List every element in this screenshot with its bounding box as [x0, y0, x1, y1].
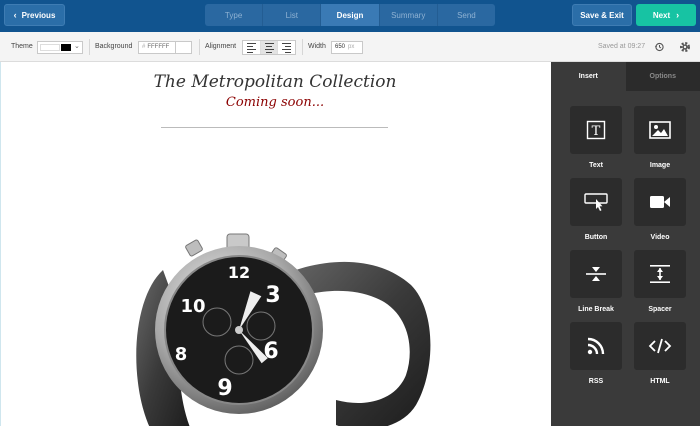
blocks-sidebar: Insert Options T Text Image Button Video…	[551, 62, 700, 426]
align-right-button[interactable]	[278, 41, 295, 54]
step-design[interactable]: Design	[321, 4, 380, 26]
width-input[interactable]: 650 px	[331, 41, 363, 54]
block-line-break[interactable]: Line Break	[570, 250, 622, 313]
design-toolbar: Theme ⌄ Background # FFFFFF Alignment Wid…	[0, 32, 700, 62]
alignment-label: Alignment	[205, 43, 237, 50]
email-subtitle[interactable]: Coming soon...	[1, 95, 549, 110]
image-icon	[649, 121, 671, 139]
theme-picker[interactable]: ⌄	[37, 41, 83, 54]
chevron-left-icon: ‹	[13, 10, 17, 20]
save-exit-button[interactable]: Save & Exit	[572, 4, 632, 26]
svg-text:9: 9	[217, 376, 232, 401]
tab-options[interactable]: Options	[625, 62, 700, 91]
block-rss[interactable]: RSS	[570, 322, 622, 385]
wizard-steps: Type List Design Summary Send	[205, 4, 496, 26]
sidebar-tabs: Insert Options	[551, 62, 700, 91]
step-list[interactable]: List	[263, 4, 322, 26]
block-text[interactable]: T Text	[570, 106, 622, 169]
block-html[interactable]: HTML	[634, 322, 686, 385]
background-label: Background	[95, 43, 133, 50]
email-canvas[interactable]: The Metropolitan Collection Coming soon.…	[0, 62, 551, 426]
svg-text:3: 3	[265, 283, 280, 308]
saved-status: Saved at 09:27	[598, 43, 646, 50]
next-button[interactable]: Next ›	[636, 4, 696, 26]
previous-button[interactable]: ‹ Previous	[4, 4, 65, 26]
spacer-icon	[650, 265, 670, 283]
align-left-button[interactable]	[243, 41, 261, 54]
step-send[interactable]: Send	[437, 4, 496, 26]
watch-image[interactable]: 12 3 10 8 6 9	[121, 230, 441, 426]
width-label: Width	[308, 43, 326, 50]
step-type[interactable]: Type	[205, 4, 264, 26]
email-title[interactable]: The Metropolitan Collection	[1, 72, 549, 92]
button-icon	[584, 193, 608, 211]
video-icon	[650, 196, 670, 208]
previous-button-label: Previous	[21, 10, 56, 20]
svg-text:6: 6	[263, 339, 278, 364]
block-button[interactable]: Button	[570, 178, 622, 241]
html-icon	[648, 338, 672, 354]
chevron-down-icon: ⌄	[74, 43, 80, 50]
svg-text:10: 10	[180, 296, 205, 317]
background-color-input[interactable]: # FFFFFF	[138, 41, 192, 54]
rss-icon	[587, 337, 605, 355]
chevron-right-icon: ›	[676, 10, 680, 20]
top-bar: ‹ Previous Type List Design Summary Send…	[0, 0, 700, 32]
text-icon: T	[586, 120, 606, 140]
theme-label: Theme	[11, 43, 33, 50]
alignment-group	[242, 40, 296, 55]
align-center-button[interactable]	[260, 41, 279, 54]
divider	[161, 127, 388, 128]
svg-text:T: T	[592, 124, 601, 139]
block-video[interactable]: Video	[634, 178, 686, 241]
background-color-swatch[interactable]	[175, 42, 191, 53]
step-summary[interactable]: Summary	[379, 4, 438, 26]
history-icon[interactable]	[654, 42, 664, 52]
block-spacer[interactable]: Spacer	[634, 250, 686, 313]
tab-insert[interactable]: Insert	[551, 62, 626, 91]
gear-icon[interactable]	[679, 41, 691, 53]
svg-text:12: 12	[228, 263, 250, 282]
line-break-icon	[586, 267, 606, 281]
svg-text:8: 8	[175, 344, 188, 365]
block-image[interactable]: Image	[634, 106, 686, 169]
